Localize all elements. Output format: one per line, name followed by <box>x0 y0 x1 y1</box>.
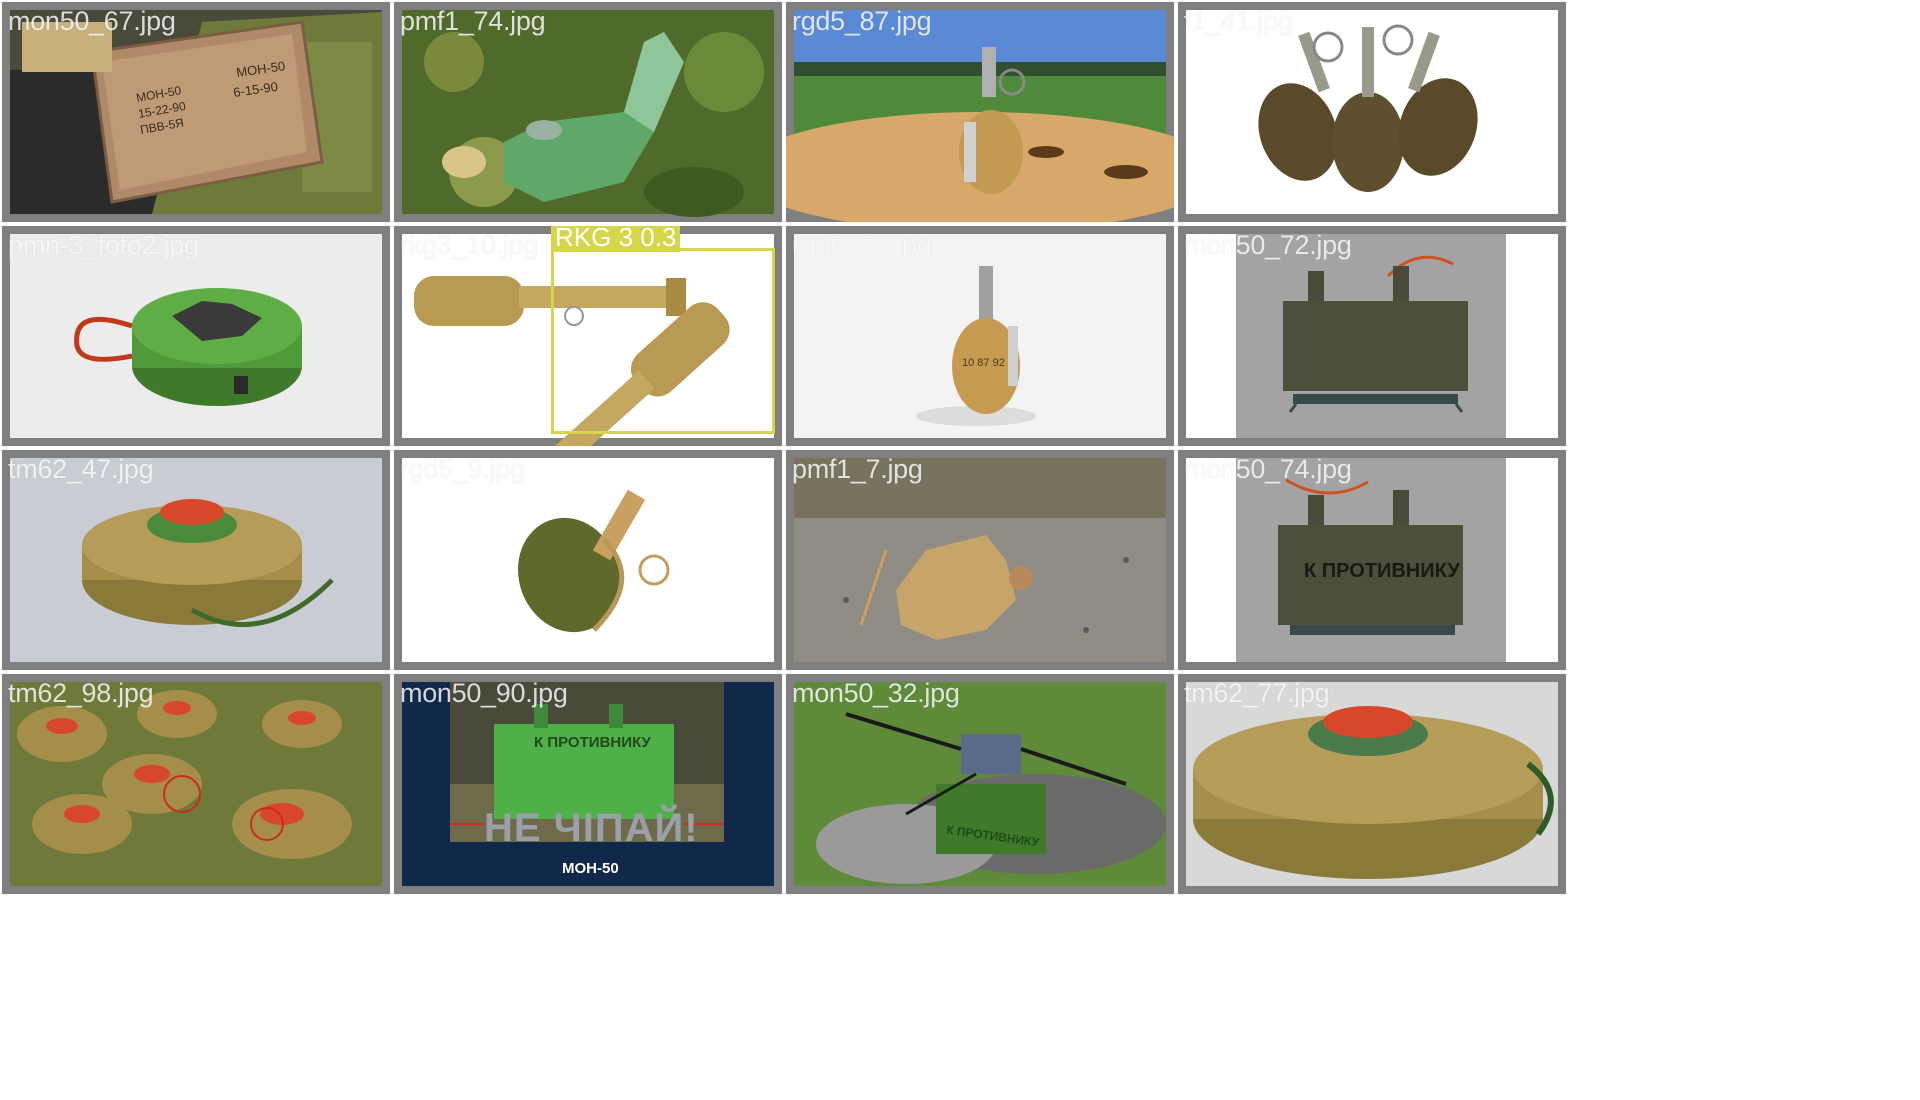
tile-filename: mon50_74.jpg <box>1184 454 1352 484</box>
tile-mon50-67: МОН-50 6-15-90 МОН-50 15-22-90 ПВВ-5Я mo… <box>2 2 390 222</box>
tile-filename: rgd5_87.jpg <box>792 6 932 36</box>
tile-pmf1-7: pmf1_7.jpg <box>786 450 1174 670</box>
tile-filename: mon50_67.jpg <box>8 6 176 36</box>
tile-mon50-90: К ПРОТИВНИКУ НЕ ЧІПАЙ! МОН-50 mon50_90.j… <box>394 674 782 894</box>
tile-tm62-98: tm62_98.jpg <box>2 674 390 894</box>
grenade-marking: 10 87 92 <box>962 357 1005 369</box>
tile-rgd5-87: rgd5_87.jpg <box>786 2 1174 222</box>
tile-filename: f1_41.jpg <box>1184 6 1293 36</box>
tile-filename: mon50_32.jpg <box>792 678 960 708</box>
tile-rkg3-10: RKG 3 0.3 rkg3_10.jpg <box>394 226 782 446</box>
tile-pmn3-foto2: pmn-3_foto2.jpg <box>2 226 390 446</box>
tile-tm62-47: tm62_47.jpg <box>2 450 390 670</box>
tile-filename: pmn-3_foto2.jpg <box>8 230 199 260</box>
tile-mon50-74: К ПРОТИВНИКУ mon50_74.jpg <box>1178 450 1566 670</box>
tile-mon50-32: К ПРОТИВНИКУ mon50_32.jpg <box>786 674 1174 894</box>
tile-filename: tm62_98.jpg <box>8 678 154 708</box>
tile-filename: tm62_47.jpg <box>8 454 154 484</box>
mine-printed-text: К ПРОТИВНИКУ <box>534 734 651 751</box>
detection-box <box>551 248 775 434</box>
tile-rgd5-9: rgd5_9.jpg <box>394 450 782 670</box>
tile-pmf1-74: pmf1_74.jpg <box>394 2 782 222</box>
poster-caption: МОН-50 <box>562 860 619 877</box>
tile-filename: rgd5_78.jpg <box>792 230 932 260</box>
tile-filename: tm62_77.jpg <box>1184 678 1330 708</box>
image-grid: МОН-50 6-15-90 МОН-50 15-22-90 ПВВ-5Я mo… <box>0 0 1920 1100</box>
tile-tm62-77: tm62_77.jpg <box>1178 674 1566 894</box>
tile-filename: pmf1_74.jpg <box>400 6 546 36</box>
tile-f1-41: f1_41.jpg <box>1178 2 1566 222</box>
tile-filename: rgd5_9.jpg <box>400 454 525 484</box>
mine-printed-text: К ПРОТИВНИКУ <box>1304 560 1460 582</box>
poster-banner: НЕ ЧІПАЙ! <box>484 806 699 850</box>
tile-rgd5-78: 10 87 92 rgd5_78.jpg <box>786 226 1174 446</box>
detection-label: RKG 3 0.3 <box>551 226 681 252</box>
tile-filename: pmf1_7.jpg <box>792 454 923 484</box>
tile-mon50-72: mon50_72.jpg <box>1178 226 1566 446</box>
tile-filename: mon50_90.jpg <box>400 678 568 708</box>
tile-filename: rkg3_10.jpg <box>400 230 538 260</box>
tile-filename: mon50_72.jpg <box>1184 230 1352 260</box>
